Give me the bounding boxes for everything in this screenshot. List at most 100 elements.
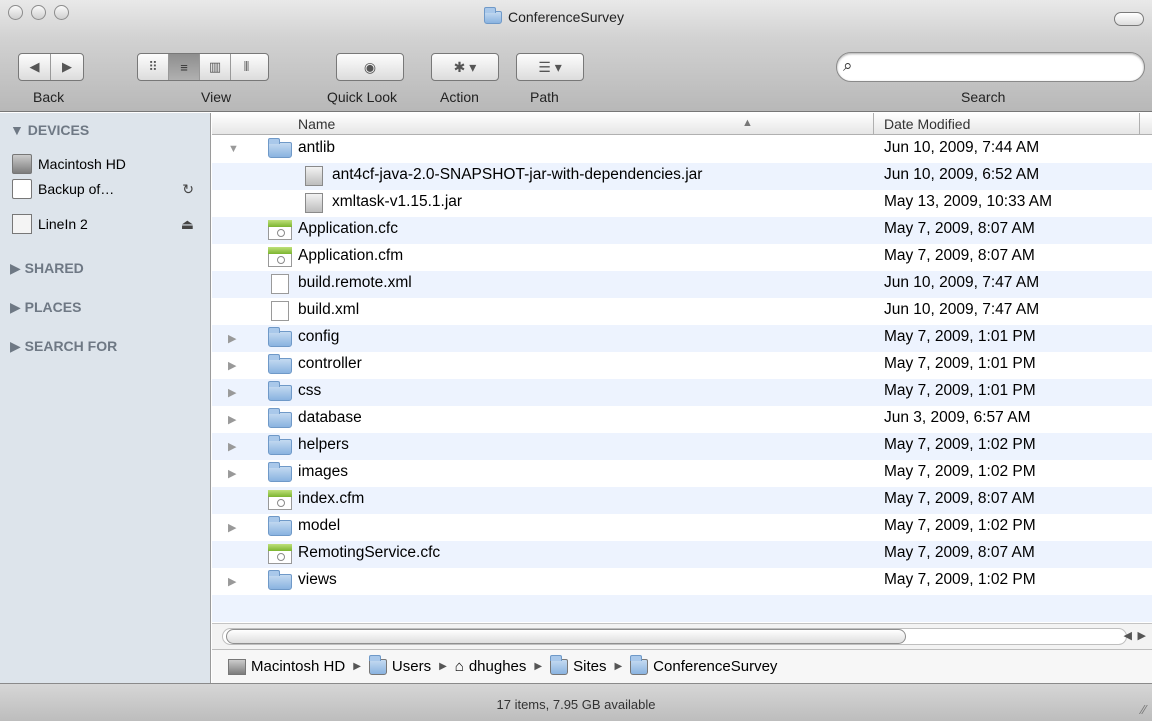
icon-view-icon[interactable]: ⠿ [138, 54, 169, 80]
file-name: Application.cfc [298, 220, 398, 237]
search-field[interactable]: ⌕ [836, 52, 1145, 82]
sidebar-item-backup[interactable]: Backup of… ↻ [12, 177, 208, 201]
path-bar: Macintosh HD ▶ Users ▶ ⌂ dhughes ▶ Sites… [212, 649, 1152, 683]
document-icon [271, 274, 289, 294]
hard-drive-icon [12, 154, 32, 174]
close-button[interactable] [8, 5, 23, 20]
date-column-header[interactable]: Date Modified [884, 116, 970, 132]
empty-row [212, 595, 1152, 622]
file-date: May 7, 2009, 1:01 PM [884, 355, 1036, 372]
file-row[interactable]: ▶ views May 7, 2009, 1:02 PM [212, 568, 1152, 595]
search-for-header[interactable]: ▶ SEARCH FOR [10, 338, 117, 355]
coldfusion-file-icon [268, 490, 292, 510]
file-row[interactable]: build.xml Jun 10, 2009, 7:47 AM [212, 298, 1152, 325]
file-row[interactable]: ant4cf-java-2.0-SNAPSHOT-jar-with-depend… [212, 163, 1152, 190]
file-row[interactable]: Application.cfm May 7, 2009, 8:07 AM [212, 244, 1152, 271]
column-divider[interactable] [873, 113, 874, 135]
file-row[interactable]: xmltask-v1.15.1.jar May 13, 2009, 10:33 A… [212, 190, 1152, 217]
disclosure-collapsed-icon[interactable]: ▶ [228, 440, 236, 453]
disclosure-collapsed-icon[interactable]: ▶ [228, 575, 236, 588]
devices-header[interactable]: ▼ DEVICES [10, 122, 89, 138]
disclosure-collapsed-icon[interactable]: ▶ [228, 359, 236, 372]
zoom-button[interactable] [54, 5, 69, 20]
disclosure-collapsed-icon[interactable]: ▶ [228, 413, 236, 426]
file-row[interactable]: ▶ controller May 7, 2009, 1:01 PM [212, 352, 1152, 379]
file-row[interactable]: build.remote.xml Jun 10, 2009, 7:47 AM [212, 271, 1152, 298]
column-view-icon[interactable]: ▥ [200, 54, 231, 80]
file-row[interactable]: ▶ database Jun 3, 2009, 6:57 AM [212, 406, 1152, 433]
sidebar-item-linein[interactable]: LineIn 2 ⏏ [12, 212, 208, 236]
view-switcher[interactable]: ⠿ ≡ ▥ ⦀ [137, 53, 269, 81]
file-date: Jun 3, 2009, 6:57 AM [884, 409, 1031, 426]
minimize-button[interactable] [31, 5, 46, 20]
path-item-dhughes[interactable]: ⌂ dhughes [455, 658, 527, 675]
window-title: ConferenceSurvey [484, 6, 624, 27]
file-name: index.cfm [298, 490, 365, 507]
file-row[interactable]: ▶ images May 7, 2009, 1:02 PM [212, 460, 1152, 487]
file-date: May 7, 2009, 1:02 PM [884, 571, 1036, 588]
horizontal-scrollbar[interactable]: ◀ ▶ [212, 623, 1152, 649]
file-row[interactable]: Application.cfc May 7, 2009, 8:07 AM [212, 217, 1152, 244]
path-item-conferencesurvey[interactable]: ConferenceSurvey [630, 654, 777, 675]
file-row[interactable]: ▶ helpers May 7, 2009, 1:02 PM [212, 433, 1152, 460]
sidebar: ▼ DEVICES Macintosh HD Backup of… ↻ Line… [0, 113, 211, 683]
toolbar-toggle-button[interactable] [1114, 12, 1144, 26]
disclosure-expanded-icon[interactable]: ▼ [228, 143, 239, 155]
file-name: build.remote.xml [298, 274, 412, 291]
scroll-right-icon[interactable]: ▶ [1138, 629, 1146, 642]
eject-icon[interactable]: ⏏ [181, 216, 194, 233]
sync-icon[interactable]: ↻ [182, 181, 194, 198]
file-name: views [298, 571, 337, 588]
path-item-users[interactable]: Users [368, 654, 431, 675]
disclosure-collapsed-icon[interactable]: ▶ [228, 467, 236, 480]
back-forward-control[interactable]: ◀ ▶ [18, 53, 84, 81]
name-column-header[interactable]: Name [298, 116, 335, 132]
file-date: Jun 10, 2009, 7:44 AM [884, 139, 1040, 156]
path-button[interactable]: ☰ ▾ [516, 53, 584, 81]
forward-arrow-icon[interactable]: ▶ [51, 54, 83, 80]
path-icon: ☰ ▾ [538, 58, 562, 75]
jar-file-icon [305, 193, 323, 213]
cover-flow-icon[interactable]: ⦀ [231, 54, 262, 80]
scroll-left-icon[interactable]: ◀ [1124, 629, 1132, 642]
quick-look-button[interactable]: ◉ [336, 53, 404, 81]
coldfusion-file-icon [268, 220, 292, 240]
places-header[interactable]: ▶ PLACES [10, 299, 81, 316]
list-view-icon[interactable]: ≡ [169, 54, 200, 80]
document-icon [271, 301, 289, 321]
finder-window: ConferenceSurvey ◀ ▶ Back ⠿ ≡ ▥ ⦀ View ◉… [0, 0, 1152, 721]
title-bar[interactable]: ConferenceSurvey [0, 0, 1152, 38]
file-name: model [298, 517, 341, 534]
file-row[interactable]: ▶ css May 7, 2009, 1:01 PM [212, 379, 1152, 406]
shared-header[interactable]: ▶ SHARED [10, 260, 84, 277]
file-name: images [298, 463, 348, 480]
file-name: database [298, 409, 362, 426]
file-row[interactable]: ▶ model May 7, 2009, 1:02 PM [212, 514, 1152, 541]
file-date: Jun 10, 2009, 7:47 AM [884, 274, 1040, 291]
back-arrow-icon[interactable]: ◀ [19, 54, 51, 80]
sidebar-item-macintosh-hd[interactable]: Macintosh HD [12, 152, 208, 176]
action-button[interactable]: ✱ ▾ [431, 53, 499, 81]
folder-icon [268, 435, 292, 455]
disclosure-collapsed-icon[interactable]: ▶ [228, 332, 236, 345]
column-divider[interactable] [1139, 113, 1140, 135]
file-list: Name ▲ Date Modified ▼ antlib Jun 10, 2009… [212, 113, 1152, 623]
disclosure-collapsed-icon[interactable]: ▶ [228, 521, 236, 534]
file-name: Application.cfm [298, 247, 404, 264]
search-input[interactable] [863, 57, 1133, 77]
disclosure-collapsed-icon[interactable]: ▶ [228, 386, 236, 399]
file-row[interactable]: ▼ antlib Jun 10, 2009, 7:44 AM [212, 136, 1152, 163]
file-name: helpers [298, 436, 349, 453]
file-name: antlib [298, 139, 336, 156]
path-item-sites[interactable]: Sites [550, 654, 606, 675]
search-label: Search [961, 89, 1006, 105]
path-item-macintosh-hd[interactable]: Macintosh HD [228, 658, 345, 675]
file-row[interactable]: RemotingService.cfc May 7, 2009, 8:07 AM [212, 541, 1152, 568]
file-row[interactable]: index.cfm May 7, 2009, 8:07 AM [212, 487, 1152, 514]
folder-icon [630, 654, 649, 675]
folder-icon [268, 354, 292, 374]
file-row[interactable]: ▶ config May 7, 2009, 1:01 PM [212, 325, 1152, 352]
action-label: Action [440, 89, 479, 105]
scroll-thumb[interactable] [226, 629, 906, 644]
resize-grip-icon[interactable]: ⁄⁄ [1142, 702, 1146, 717]
